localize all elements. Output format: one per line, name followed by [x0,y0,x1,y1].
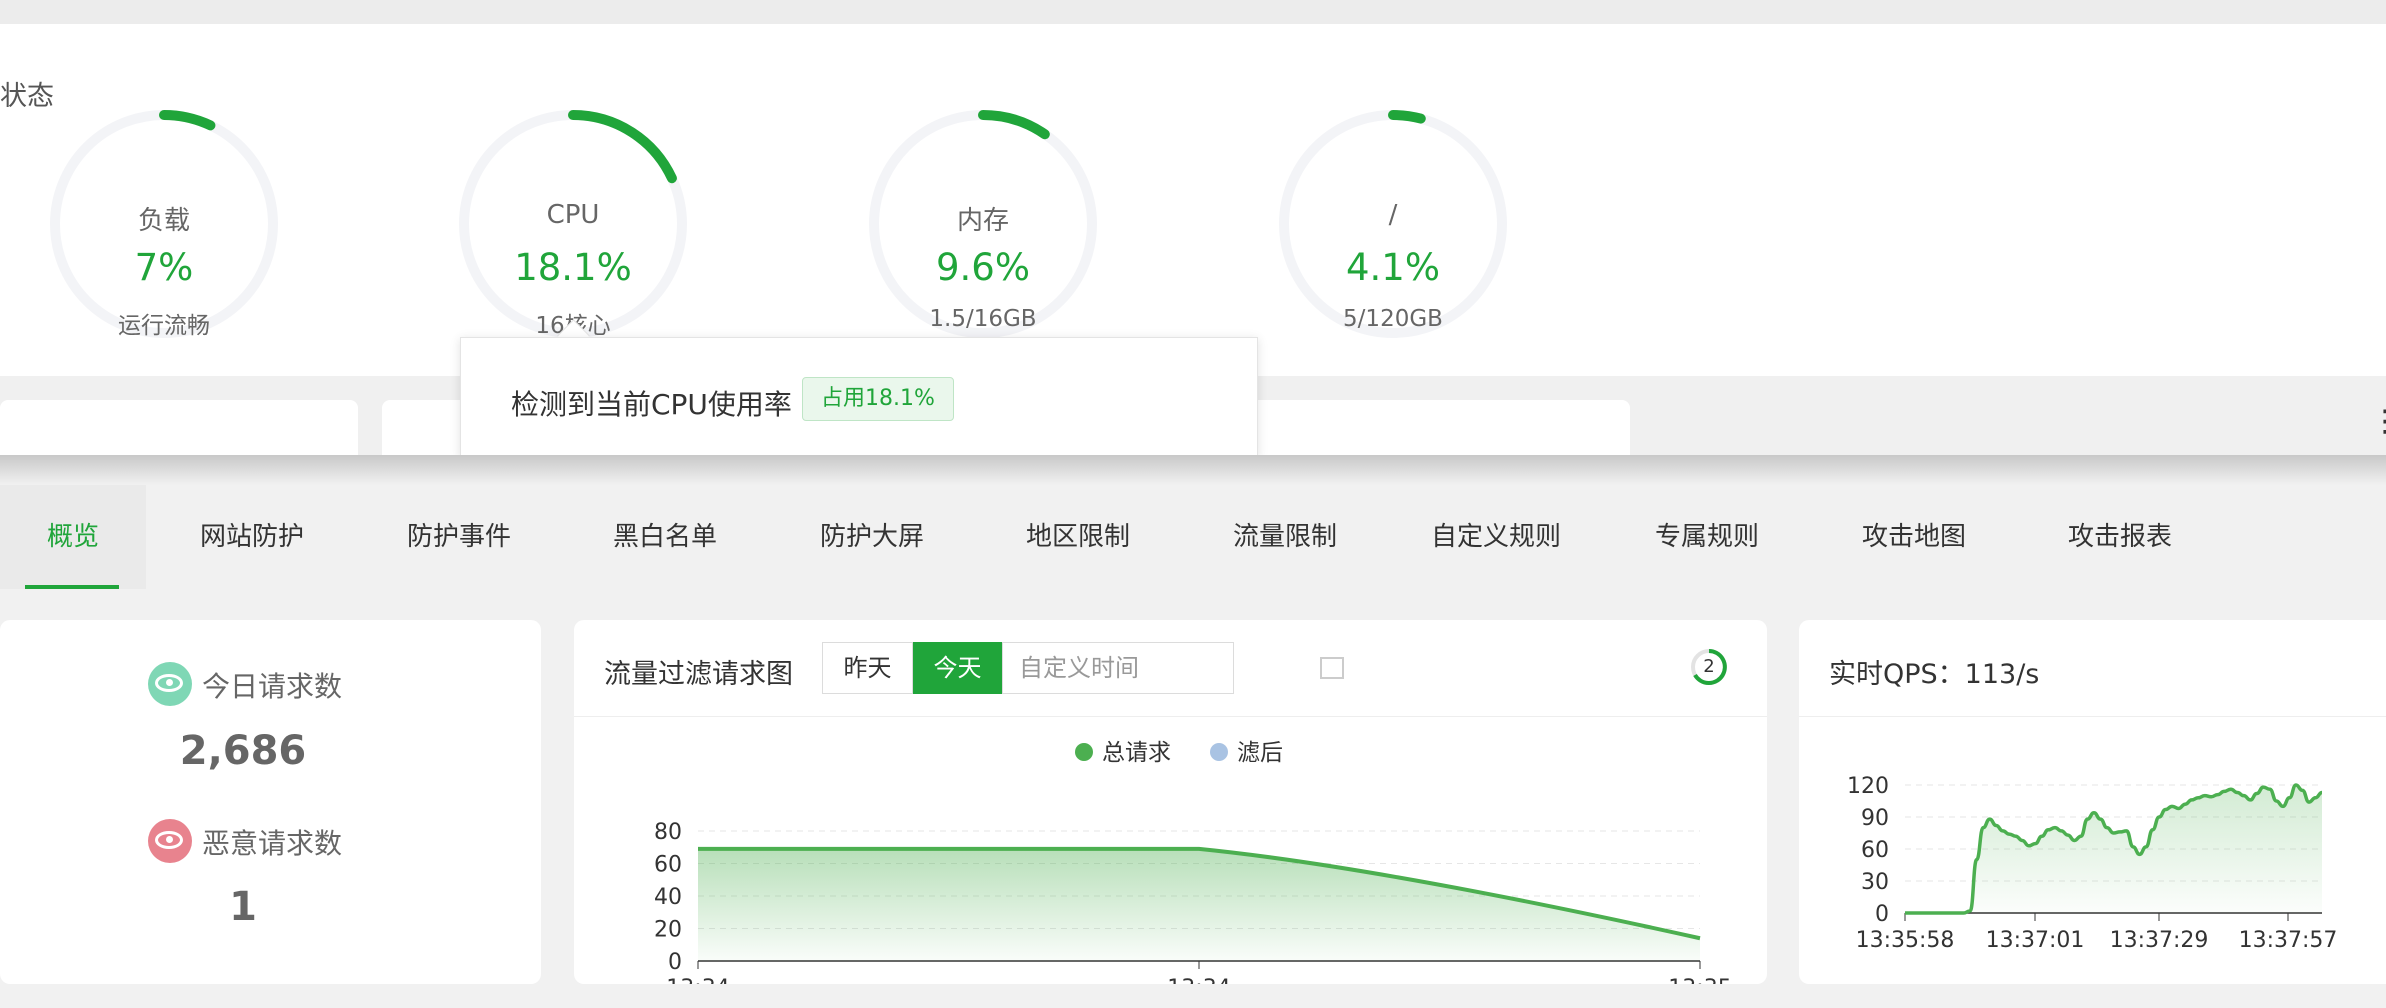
tab-site-protection[interactable]: 网站防护 [196,485,308,589]
gauge-label: CPU [546,200,600,230]
refresh-countdown: 2 [1703,656,1715,677]
filter-chart-title: 流量过滤请求图 [604,659,793,690]
legend-marker-total [1075,743,1093,761]
y-tick-label: 80 [654,820,682,845]
x-tick-label: 13:37:01 [1986,928,2085,953]
legend-label-total: 总请求 [1102,740,1171,766]
eye-icon [148,662,192,706]
y-tick-label: 40 [654,885,682,910]
tab-protection-events[interactable]: 防护事件 [403,485,515,589]
tab-exclusive-rules[interactable]: 专属规则 [1651,485,1763,589]
y-tick-label: 0 [1875,902,1889,927]
x-tick-label: 13:35 [1668,976,1731,984]
qps-card: 实时QPS：113/s 0 30 60 90 120 13:35:58 13:37:01 13… [1799,620,2386,984]
gauge-value: 4.1% [1346,246,1440,289]
panel-shadow [0,455,2386,485]
x-tick-label: 13:34 [1167,976,1230,984]
gauge-value: 18.1% [514,246,632,289]
gauge-arc [568,110,677,184]
y-tick-label: 60 [1861,838,1889,863]
gauge-sub: 运行流畅 [118,313,210,339]
tab-region-limit[interactable]: 地区限制 [1022,485,1134,589]
tooltip-text: 检测到当前CPU使用率 [511,388,792,421]
gauge-arc [159,110,216,131]
malicious-requests-value: 1 [229,884,257,930]
legend-label-filtered: 滤后 [1237,740,1283,766]
range-yesterday-button[interactable]: 昨天 [822,642,913,694]
tab-attack-report[interactable]: 攻击报表 [2064,485,2176,589]
filter-request-chart: 0 20 40 60 80 13:34 13:34 13:35 总请求 滤后 [654,740,1732,984]
status-panel: 状态 负载 7% 运行流畅 CPU 18.1% 16核心 内存 9.6% 1.5… [0,24,2386,376]
tab-overview[interactable]: 概览 [0,485,146,589]
qps-area [1905,785,2322,913]
gauge-label: 内存 [956,206,1009,236]
gauge-memory[interactable]: 内存 9.6% 1.5/16GB [865,106,1101,376]
y-tick-label: 0 [668,950,682,975]
range-today-button[interactable]: 今天 [913,642,1002,694]
y-tick-label: 20 [654,918,682,943]
tab-black-white-list[interactable]: 黑白名单 [609,485,721,589]
legend-marker-filtered [1210,743,1228,761]
gauge-sub: 5/120GB [1343,306,1443,332]
gauge-label: 负载 [137,206,190,236]
y-tick-label: 30 [1861,870,1889,895]
x-tick-label: 13:37:29 [2110,928,2209,953]
gauge-value: 7% [134,246,194,289]
tab-big-screen[interactable]: 防护大屏 [816,485,928,589]
top-band [0,0,2386,24]
gauge-sub: 1.5/16GB [929,306,1037,332]
gauge-load[interactable]: 负载 7% 运行流畅 [46,106,282,376]
custom-time-input[interactable]: 自定义时间 [1002,642,1234,694]
tab-traffic-limit[interactable]: 流量限制 [1229,485,1341,589]
tab-attack-map[interactable]: 攻击地图 [1858,485,1970,589]
card-stub-left [0,400,358,458]
more-options-icon[interactable]: ⋮ [2370,404,2386,439]
malicious-requests-label: 恶意请求数 [202,827,343,860]
gauge-value: 9.6% [936,246,1030,289]
qps-chart: 0 30 60 90 120 13:35:58 13:37:01 13:37:29 13:37:… [1847,774,2338,953]
x-tick-label: 13:35:58 [1856,928,1955,953]
gauge-label: / [1388,200,1398,230]
gauge-arc [1388,110,1426,124]
request-stats-card: 今日请求数 2,686 恶意请求数 1 [0,620,541,984]
eye-icon [148,819,192,863]
calendar-icon[interactable] [1320,657,1344,679]
x-tick-label: 13:34 [666,976,729,984]
gauge-disk[interactable]: / 4.1% 5/120GB [1275,106,1511,376]
filter-chart-card: 流量过滤请求图 昨天 今天 自定义时间 2 0 20 40 60 80 13:34 13:3… [574,620,1767,984]
y-tick-label: 120 [1847,774,1889,799]
waf-tabs: 概览 网站防护 防护事件 黑白名单 防护大屏 地区限制 流量限制 自定义规则 专… [0,485,2386,589]
x-tick-label: 13:37:57 [2239,928,2338,953]
tab-custom-rules[interactable]: 自定义规则 [1426,485,1566,589]
y-tick-label: 90 [1861,806,1889,831]
y-tick-label: 60 [654,853,682,878]
tooltip-badge: 占用18.1% [802,377,954,421]
today-requests-label: 今日请求数 [202,670,343,703]
qps-title: 实时QPS：113/s [1829,659,2040,690]
today-requests-value: 2,686 [179,728,307,774]
cpu-tooltip: 检测到当前CPU使用率 占用18.1% [460,337,1258,457]
